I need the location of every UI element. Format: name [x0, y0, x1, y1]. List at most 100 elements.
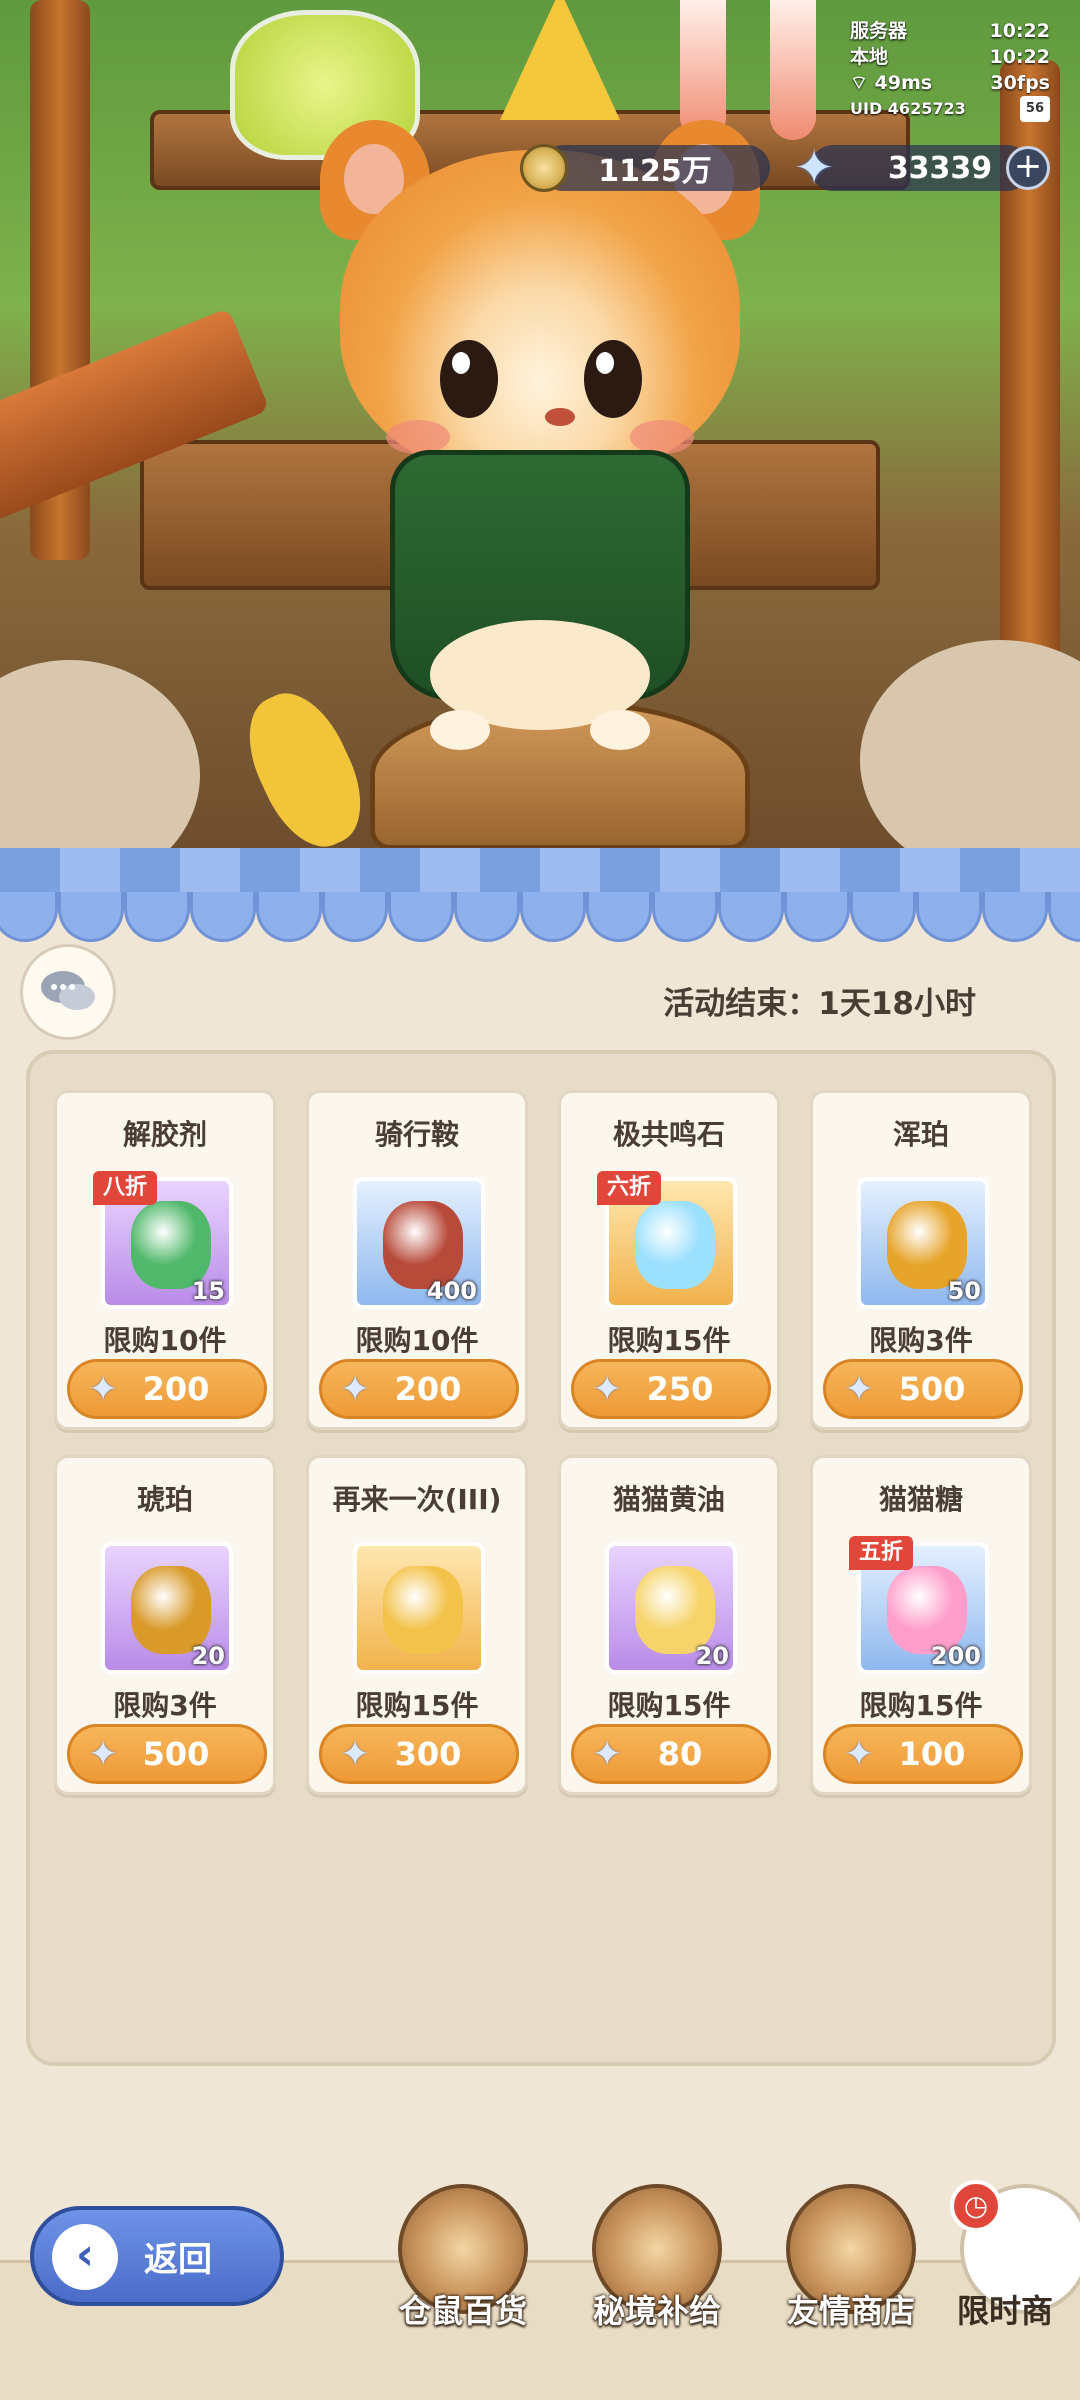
buy-price-button[interactable]: ✦ 200: [67, 1359, 267, 1419]
ping-readout: ⌔ 49ms: [850, 70, 932, 96]
item-thumbnail: 50: [857, 1177, 989, 1309]
tab-label: 限时商: [956, 2292, 1053, 2330]
shop-item-card[interactable]: 极共鸣石六折限购15件 ✦ 250: [558, 1090, 780, 1430]
server-time-label: 服务器: [850, 20, 908, 42]
back-arrow-icon: ‹: [52, 2224, 118, 2290]
tab-friendship-shop[interactable]: 友情商店: [766, 2184, 936, 2374]
star-gem-icon: ✦: [88, 1734, 119, 1775]
purchase-limit: 限购15件: [355, 1689, 479, 1722]
item-name: 琥珀: [136, 1483, 193, 1516]
buy-price-button[interactable]: ✦ 200: [319, 1359, 519, 1419]
price-value: 200: [394, 1370, 462, 1408]
item-name: 极共鸣石: [612, 1118, 725, 1151]
buy-price-button[interactable]: ✦ 250: [571, 1359, 771, 1419]
item-art-icon: [383, 1566, 463, 1654]
star-gem-icon: ✦: [844, 1734, 875, 1775]
item-thumbnail: 400: [353, 1177, 485, 1309]
awning-scallop: [388, 892, 454, 942]
purchase-limit: 限购15件: [607, 1689, 731, 1722]
hamster-nose: [545, 408, 575, 426]
item-name: 猫猫糖: [878, 1483, 963, 1516]
price-value: 250: [646, 1370, 714, 1408]
server-time: 10:22: [989, 20, 1050, 42]
back-button[interactable]: ‹ 返回: [30, 2206, 284, 2306]
awning-scallop: [586, 892, 652, 942]
star-gem-icon: ✦: [340, 1734, 371, 1775]
tab-secret-supply[interactable]: 秘境补给: [572, 2184, 742, 2374]
shop-item-card[interactable]: 骑行鞍 400 限购10件 ✦ 200: [306, 1090, 528, 1430]
star-gem-icon: ✦: [592, 1734, 623, 1775]
add-currency-button[interactable]: +: [1006, 146, 1050, 190]
item-art-icon: [887, 1201, 967, 1289]
item-quantity: 400: [426, 1277, 477, 1305]
item-name: 猫猫黄油: [612, 1483, 725, 1516]
grain-sack-right: [860, 640, 1080, 880]
awning-scallop: [916, 892, 982, 942]
awning-scallop: [0, 892, 58, 942]
item-art-icon: [131, 1566, 211, 1654]
awning-scallop: [520, 892, 586, 942]
currency-bar: 1125万 33339 ✦ +: [520, 140, 1050, 196]
star-gem-icon: ✦: [794, 140, 835, 196]
buy-price-button[interactable]: ✦ 300: [319, 1724, 519, 1784]
buy-price-button[interactable]: ✦ 100: [823, 1724, 1023, 1784]
discount-badge: 六折: [597, 1171, 662, 1205]
star-gem-icon: ✦: [844, 1369, 875, 1410]
price-value: 100: [898, 1735, 966, 1773]
buy-price-button[interactable]: ✦ 80: [571, 1724, 771, 1784]
shop-item-card[interactable]: 猫猫黄油 20 限购15件 ✦ 80: [558, 1455, 780, 1795]
purchase-limit: 限购15件: [607, 1324, 731, 1357]
awning-scallop: [718, 892, 784, 942]
item-art-icon: [887, 1566, 967, 1654]
price-value: 500: [898, 1370, 966, 1408]
item-thumbnail: [353, 1542, 485, 1674]
fps-readout: 30fps: [990, 72, 1050, 94]
hamster-eye-right: [584, 340, 642, 418]
chat-bubbles-icon: [41, 971, 95, 1010]
discount-badge: 五折: [849, 1536, 914, 1570]
hamster-foot-left: [430, 710, 490, 750]
shop-item-card[interactable]: 猫猫糖 五折 200 限购15件 ✦ 100: [810, 1455, 1032, 1795]
item-art-icon: [635, 1566, 715, 1654]
item-name: 解胶剂: [122, 1118, 207, 1151]
chat-button[interactable]: [20, 944, 116, 1040]
discount-badge: 八折: [93, 1171, 158, 1205]
red-test-tube-2: [770, 0, 816, 140]
star-gem-icon: ✦: [88, 1369, 119, 1410]
shop-item-card[interactable]: 解胶剂八折 15 限购10件 ✦ 200: [54, 1090, 276, 1430]
awning-scallop: [322, 892, 388, 942]
price-value: 300: [394, 1735, 462, 1773]
awning-scallop: [982, 892, 1048, 942]
grain-sack-left: [0, 660, 200, 880]
coin-balance: 1125万: [598, 154, 712, 189]
star-balance: 33339: [887, 150, 993, 186]
local-time-label: 本地: [850, 46, 889, 68]
awning-scallop: [124, 892, 190, 942]
wifi-icon: ⌔: [850, 72, 868, 94]
hamster-shopkeeper[interactable]: [320, 100, 760, 780]
hamster-foot-right: [590, 710, 650, 750]
shop-item-card[interactable]: 琥珀 20 限购3件 ✦ 500: [54, 1455, 276, 1795]
shop-awning: [0, 848, 1080, 948]
awning-scallop: [190, 892, 256, 942]
buy-price-button[interactable]: ✦ 500: [67, 1724, 267, 1784]
hamster-cheek-right: [630, 420, 694, 454]
item-quantity: 15: [191, 1277, 225, 1305]
shop-item-card[interactable]: 浑珀 50 限购3件 ✦ 500: [810, 1090, 1032, 1430]
ping-value: 49ms: [874, 72, 933, 94]
item-thumbnail: 20: [101, 1542, 233, 1674]
hamster-eye-left: [440, 340, 498, 418]
item-quantity: 20: [191, 1642, 225, 1670]
buy-price-button[interactable]: ✦ 500: [823, 1359, 1023, 1419]
item-art-icon: [635, 1201, 715, 1289]
back-label: 返回: [144, 2239, 212, 2280]
uid-label: UID 4625723: [850, 99, 966, 118]
awning-scallop: [256, 892, 322, 942]
event-countdown: 活动结束：1天18小时: [663, 986, 976, 1022]
shopkeeper-scene: 服务器 10:22 本地 10:22 ⌔ 49ms 30fps UID 4625723…: [0, 0, 1080, 880]
purchase-limit: 限购10件: [103, 1324, 227, 1357]
tab-label: 仓鼠百货: [398, 2292, 527, 2330]
shop-item-card[interactable]: 再来一次(III) 限购15件 ✦ 300: [306, 1455, 528, 1795]
tab-hamster-store[interactable]: 仓鼠百货: [378, 2184, 548, 2374]
item-name: 浑珀: [892, 1118, 949, 1151]
